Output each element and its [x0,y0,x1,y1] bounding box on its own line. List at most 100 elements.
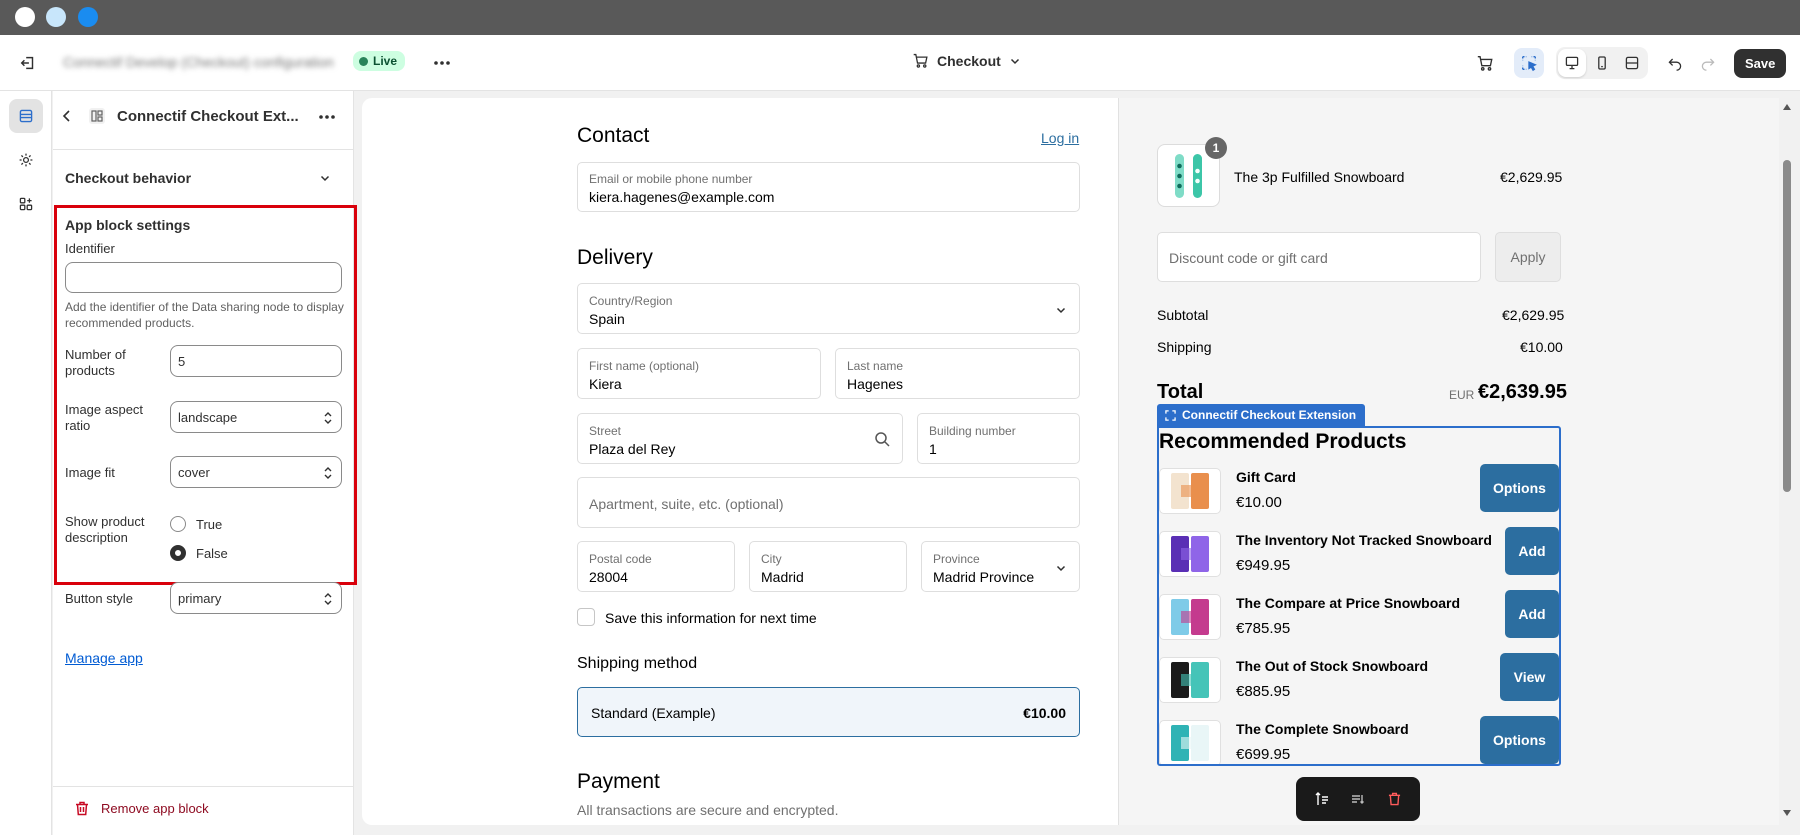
radio-true[interactable] [170,516,186,532]
button-style-value: primary [178,590,222,606]
product-name: The 3p Fulfilled Snowboard [1234,169,1405,185]
identifier-input[interactable] [65,262,342,293]
product-price: €2,629.95 [1500,169,1563,185]
recommended-item-name[interactable]: The Complete Snowboard [1236,721,1409,737]
select-chevrons-icon [324,412,332,424]
sections-icon[interactable] [9,99,43,133]
discount-field[interactable]: Discount code or gift card [1157,232,1481,282]
fullscreen-view-icon[interactable] [1618,49,1646,77]
apartment-field[interactable]: Apartment, suite, etc. (optional) [577,477,1080,528]
recommended-item-price: €949.95 [1236,557,1291,574]
recommended-item-image [1159,720,1221,764]
recommended-products-block[interactable]: Recommended Products Gift Card €10.00 Opti… [1157,426,1561,766]
city-value: Madrid [761,569,804,585]
login-link[interactable]: Log in [1041,130,1079,146]
last-name-field[interactable]: Last name Hagenes [835,348,1080,399]
apply-button[interactable]: Apply [1495,232,1561,282]
page-selector[interactable]: Checkout [912,52,1021,69]
chevron-down-icon [1056,565,1066,572]
description-false-option[interactable]: False [170,545,228,561]
radio-false[interactable] [170,545,186,561]
search-icon[interactable] [874,431,890,447]
number-of-products-label: Number of products [65,347,126,378]
settings-gear-icon[interactable] [9,143,43,177]
recommended-item-price: €885.95 [1236,683,1291,700]
recommended-item-name[interactable]: The Out of Stock Snowboard [1236,658,1428,674]
number-of-products-input[interactable]: 5 [170,345,342,377]
email-field[interactable]: Email or mobile phone number kiera.hagen… [577,162,1080,212]
save-button[interactable]: Save [1734,49,1787,78]
scroll-down-icon[interactable] [1783,810,1791,816]
recommended-item-name[interactable]: The Inventory Not Tracked Snowboard [1236,532,1492,548]
shipping-method-heading: Shipping method [577,655,698,672]
redo-icon[interactable] [1693,48,1723,78]
window-close-dot[interactable] [15,7,35,27]
postal-label: Postal code [589,552,652,566]
reorder-icon[interactable] [1344,785,1372,813]
province-select[interactable]: Province Madrid Province [921,541,1080,592]
email-label: Email or mobile phone number [589,172,753,186]
window-maximize-dot[interactable] [78,7,98,27]
save-info-checkbox[interactable] [577,608,595,626]
first-name-label: First name (optional) [589,359,700,373]
settings-heading: App block settings [65,217,191,233]
recommended-item-button[interactable]: View [1500,653,1559,701]
delete-block-icon[interactable] [1380,785,1408,813]
shipping-option[interactable]: Standard (Example) €10.00 [577,687,1080,737]
recommended-item-name[interactable]: Gift Card [1236,469,1296,485]
window-minimize-dot[interactable] [46,7,66,27]
desktop-view-icon[interactable] [1558,49,1586,77]
scrollbar-thumb[interactable] [1783,160,1791,492]
image-fit-select[interactable]: cover [170,456,342,488]
payment-heading: Payment [577,770,660,793]
country-value: Spain [589,311,625,327]
recommended-item-name[interactable]: The Compare at Price Snowboard [1236,595,1460,611]
radio-false-label: False [196,545,228,561]
province-value: Madrid Province [933,569,1035,585]
preview-scrollbar[interactable] [1780,98,1794,825]
select-chevrons-icon [324,593,332,605]
more-actions-icon[interactable] [427,48,457,78]
recommended-item-price: €10.00 [1236,494,1282,511]
window-titlebar [0,0,1800,35]
building-number-field[interactable]: Building number 1 [917,413,1080,464]
undo-icon[interactable] [1660,48,1690,78]
recommended-item: The Complete Snowboard €699.95 Options [1159,716,1559,764]
scroll-up-icon[interactable] [1783,104,1791,110]
back-arrow-icon[interactable] [55,104,79,128]
recommended-item-image [1159,531,1221,577]
city-field[interactable]: City Madrid [749,541,907,592]
street-value: Plaza del Rey [589,441,676,457]
recommended-item-button[interactable]: Options [1480,464,1559,512]
live-label: Live [373,54,398,68]
remove-block-button[interactable]: Remove app block [75,801,209,816]
country-select[interactable]: Country/Region Spain [577,283,1080,334]
description-true-option[interactable]: True [170,516,222,532]
recommended-item-button[interactable]: Add [1505,590,1559,638]
apps-icon[interactable] [9,187,43,221]
postal-value: 28004 [589,569,628,585]
postal-code-field[interactable]: Postal code 28004 [577,541,735,592]
payment-subtitle: All transactions are secure and encrypte… [577,802,839,818]
mobile-view-icon[interactable] [1588,49,1616,77]
shipping-value: €10.00 [1520,339,1563,355]
recommended-item-image [1159,594,1221,640]
manage-app-link[interactable]: Manage app [65,650,143,666]
checkout-behavior-section[interactable]: Checkout behavior [65,165,343,191]
number-of-products-value: 5 [178,353,186,369]
street-field[interactable]: Street Plaza del Rey [577,413,903,464]
cart-preview-icon[interactable] [1470,48,1500,78]
inspector-select-icon[interactable] [1514,48,1544,78]
first-name-field[interactable]: First name (optional) Kiera [577,348,821,399]
button-style-select[interactable]: primary [170,582,342,614]
province-label: Province [933,552,980,566]
show-description-label: Show product description [65,514,145,545]
image-aspect-ratio-select[interactable]: landscape [170,401,342,433]
recommended-item-button[interactable]: Add [1505,527,1559,575]
chevron-down-icon [1056,307,1066,314]
select-parent-icon[interactable] [1308,785,1336,813]
block-more-icon[interactable] [314,104,340,130]
recommended-item: Gift Card €10.00 Options [1159,464,1559,516]
recommended-item-button[interactable]: Options [1480,716,1559,764]
exit-icon[interactable] [13,48,43,78]
